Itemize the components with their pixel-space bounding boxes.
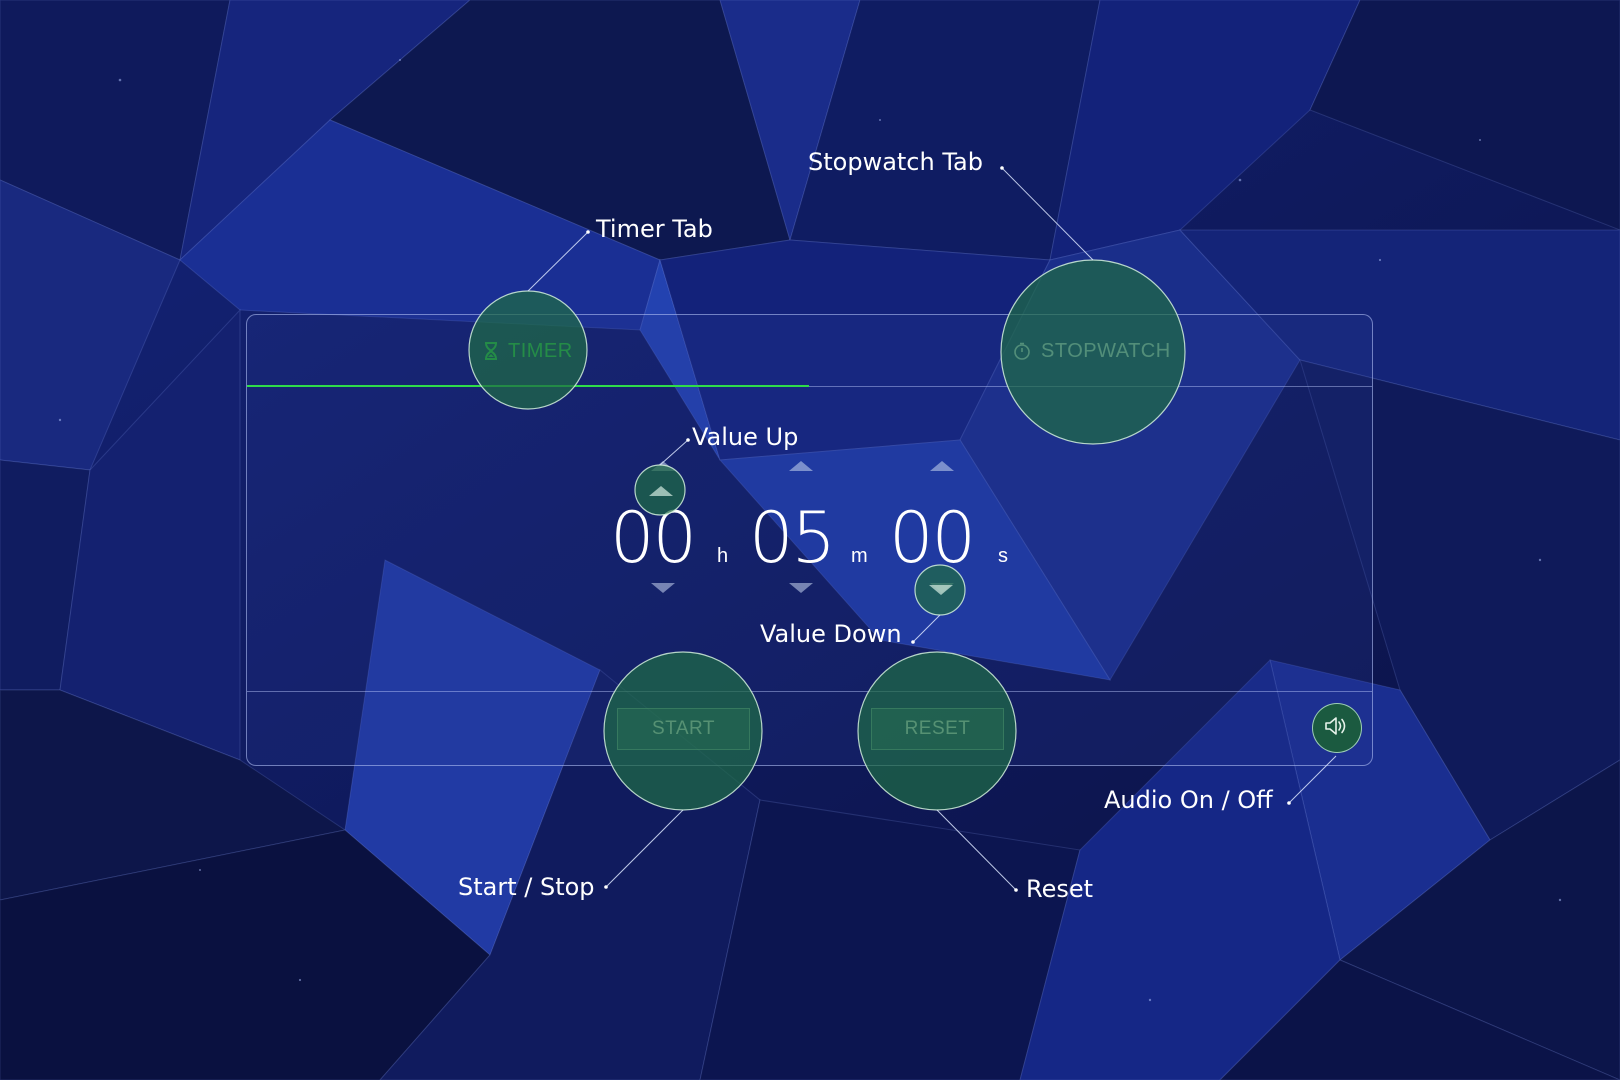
annotation-start-stop: Start / Stop	[458, 873, 595, 901]
value-down-arrow-icon[interactable]	[927, 583, 955, 597]
annotation-audio: Audio On / Off	[1104, 786, 1273, 814]
reset-button[interactable]: RESET	[871, 708, 1004, 750]
tab-bar: TIMER STOPWATCH	[247, 315, 1372, 387]
hours-value: 00	[610, 497, 697, 579]
stopwatch-icon	[1013, 342, 1031, 360]
seconds-unit: s	[998, 545, 1008, 567]
hours-unit: h	[717, 545, 729, 567]
minutes-value: 05	[749, 497, 836, 579]
hourglass-icon	[484, 342, 498, 360]
hours-down-arrow-icon[interactable]	[649, 581, 677, 595]
annotation-timer-tab: Timer Tab	[596, 215, 713, 243]
annotation-stopwatch-tab: Stopwatch Tab	[808, 148, 983, 176]
value-up-arrow-icon[interactable]	[647, 484, 675, 498]
tab-stopwatch-label: STOPWATCH	[1041, 339, 1171, 362]
seconds-up-arrow-icon[interactable]	[928, 459, 956, 473]
minutes-down-arrow-icon[interactable]	[787, 581, 815, 595]
minutes-up-arrow-icon[interactable]	[787, 459, 815, 473]
time-display: 00 h 05 m 00 s	[247, 461, 1372, 595]
timer-panel: TIMER STOPWATCH 00 h 05 m 00 s START RES…	[246, 314, 1373, 766]
active-tab-indicator	[247, 385, 809, 387]
audio-toggle-button[interactable]	[1312, 703, 1362, 753]
minutes-unit: m	[851, 545, 868, 567]
tab-timer[interactable]: TIMER	[484, 315, 573, 387]
seconds-value: 00	[889, 497, 976, 579]
speaker-icon	[1324, 715, 1350, 742]
control-bar: START RESET	[247, 691, 1372, 765]
annotation-reset: Reset	[1026, 875, 1094, 903]
hours-up-arrow-icon[interactable]	[649, 459, 677, 473]
tab-timer-label: TIMER	[508, 339, 573, 362]
tab-stopwatch[interactable]: STOPWATCH	[1013, 315, 1171, 387]
annotation-value-up: Value Up	[692, 423, 799, 451]
annotation-value-down: Value Down	[760, 620, 902, 648]
start-button[interactable]: START	[617, 708, 750, 750]
